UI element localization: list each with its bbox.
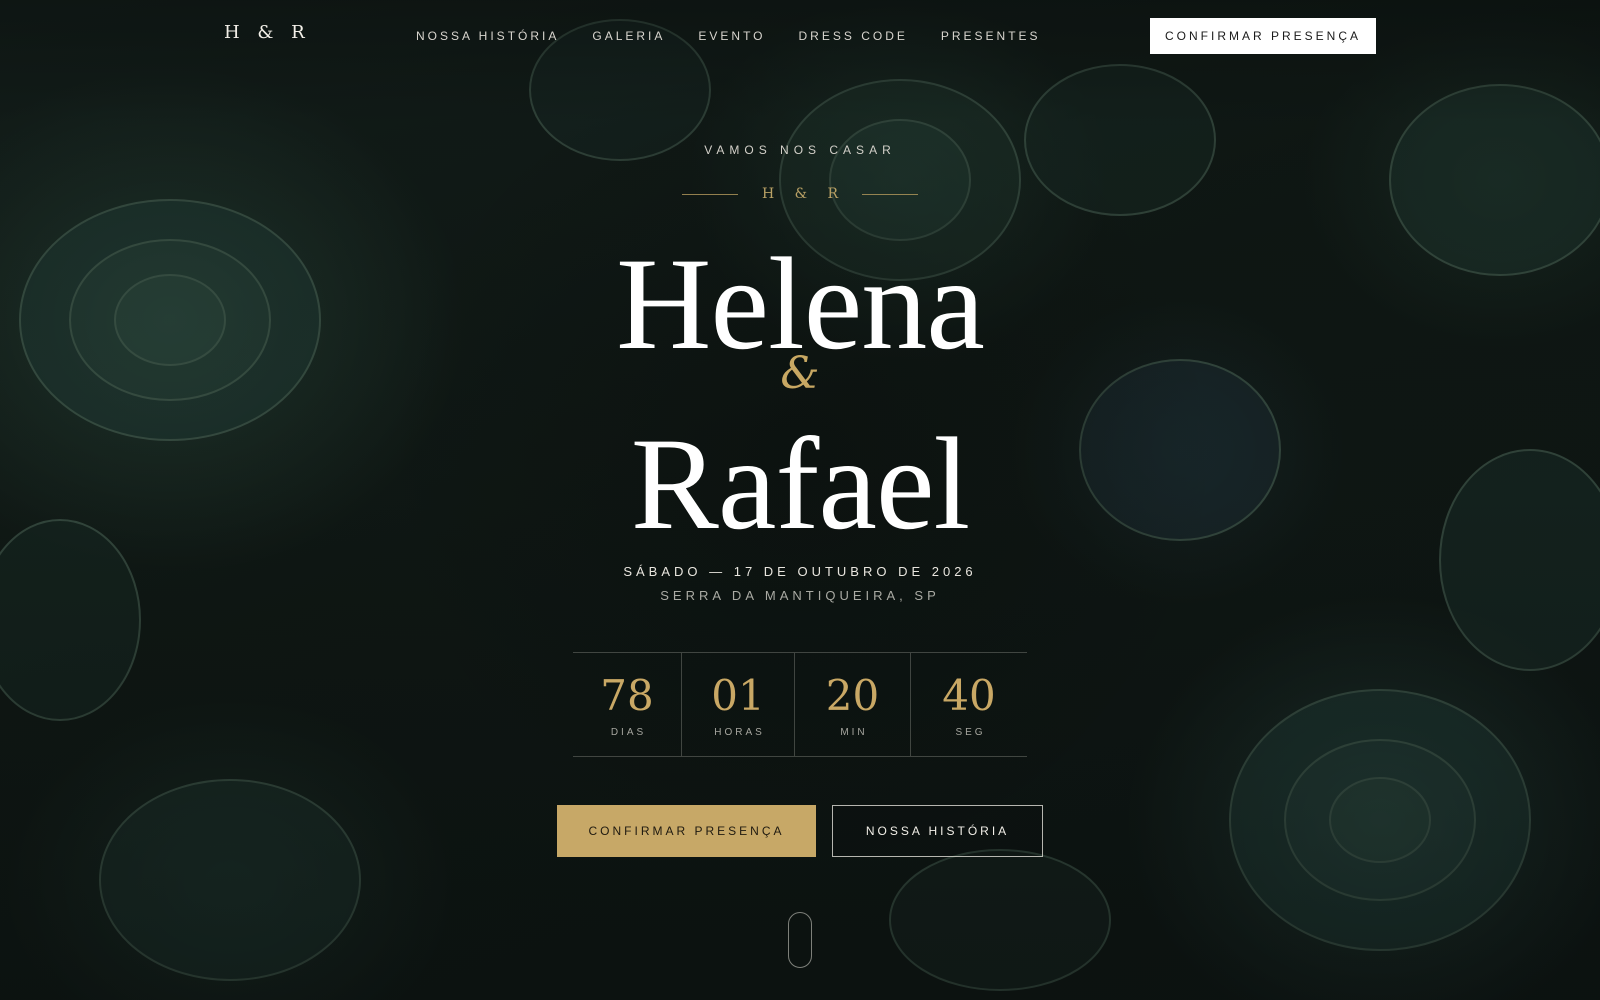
wedding-date: SÁBADO — 17 DE OUTUBRO DE 2026 bbox=[623, 564, 977, 579]
nav-link-galeria[interactable]: GALERIA bbox=[592, 29, 665, 43]
rsvp-button[interactable]: CONFIRMAR PRESENÇA bbox=[557, 805, 816, 857]
divider-line-right bbox=[862, 193, 919, 195]
hero-eyebrow: VAMOS NOS CASAR bbox=[704, 143, 896, 157]
countdown-value: 40 bbox=[942, 671, 996, 720]
groom-name: Rafael bbox=[630, 410, 970, 557]
countdown-label: MIN bbox=[840, 727, 868, 738]
ampersand: & bbox=[780, 348, 820, 399]
nav-link-nossa-historia[interactable]: NOSSA HISTÓRIA bbox=[416, 29, 559, 43]
monogram: H & R bbox=[761, 186, 847, 202]
countdown-days: 78 DIAS bbox=[573, 653, 682, 756]
countdown-minutes: 20 MIN bbox=[795, 653, 911, 756]
countdown-value: 78 bbox=[600, 671, 654, 720]
countdown-label: SEG bbox=[955, 727, 986, 738]
nav-link-evento[interactable]: EVENTO bbox=[698, 29, 765, 43]
hero-section: H & R NOSSA HISTÓRIA GALERIA EVENTO DRES… bbox=[0, 0, 1600, 1000]
countdown-value: 20 bbox=[825, 671, 880, 720]
monogram-divider: H & R bbox=[0, 186, 1600, 202]
countdown-value: 01 bbox=[711, 671, 765, 720]
nav-link-presentes[interactable]: PRESENTES bbox=[941, 29, 1041, 43]
divider-line-left bbox=[681, 193, 738, 195]
countdown-label: HORAS bbox=[714, 727, 765, 738]
nav-links: NOSSA HISTÓRIA GALERIA EVENTO DRESS CODE… bbox=[416, 29, 1074, 43]
site-logo[interactable]: H & R bbox=[224, 22, 311, 43]
wedding-location: SERRA DA MANTIQUEIRA, SP bbox=[660, 588, 940, 603]
our-story-button[interactable]: NOSSA HISTÓRIA bbox=[832, 805, 1043, 857]
countdown-seconds: 40 SEG bbox=[911, 653, 1027, 756]
top-navigation: H & R NOSSA HISTÓRIA GALERIA EVENTO DRES… bbox=[0, 0, 1600, 72]
countdown-hours: 01 HORAS bbox=[682, 653, 795, 756]
countdown-timer: 78 DIAS 01 HORAS 20 MIN 40 SEG bbox=[573, 652, 1027, 757]
nav-link-dress-code[interactable]: DRESS CODE bbox=[799, 29, 908, 43]
countdown-label: DIAS bbox=[610, 727, 647, 738]
nav-rsvp-button[interactable]: CONFIRMAR PRESENÇA bbox=[1150, 18, 1376, 54]
scroll-mouse-icon[interactable] bbox=[788, 912, 812, 968]
